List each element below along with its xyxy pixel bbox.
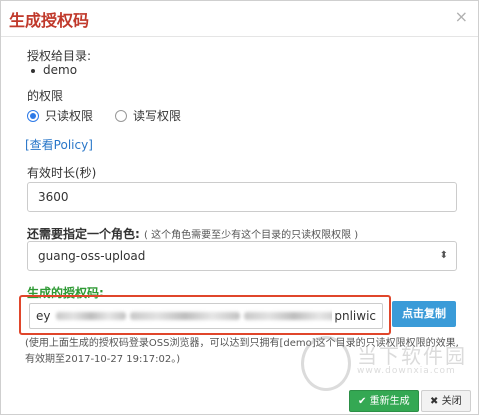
auth-code-input[interactable]: ey pnliwic: [29, 303, 383, 329]
auth-code-highlight: ey pnliwic: [19, 295, 391, 335]
auth-code-suffix: pnliwic: [332, 304, 376, 328]
permission-radio-group: 只读权限 读写权限: [27, 107, 203, 124]
close-icon[interactable]: ×: [455, 7, 468, 26]
blurred-code-segment: [56, 312, 126, 320]
role-select[interactable]: guang-oss-upload ⬍: [27, 241, 457, 271]
dialog-header: 生成授权码 ×: [1, 1, 478, 37]
radio-unchecked-icon[interactable]: [115, 109, 128, 122]
validity-input[interactable]: 3600: [27, 182, 457, 212]
role-selected-value: guang-oss-upload: [38, 249, 146, 263]
role-hint: ( 这个角色需要至少有这个目录的只读权限权限 ): [144, 230, 359, 241]
blurred-code-segment: [130, 312, 240, 320]
permission-label: 的权限: [27, 89, 64, 103]
auth-code-dialog: 生成授权码 × 授权给目录: demo 的权限 只读权限 读写权限 [查看Pol…: [0, 0, 479, 415]
view-policy-link[interactable]: [查看Policy]: [25, 136, 93, 153]
auth-code-prefix: ey: [36, 309, 51, 323]
radio-readwrite-label: 读写权限: [133, 109, 182, 123]
dir-name: demo: [43, 63, 78, 77]
radio-readonly-label: 只读权限: [45, 109, 94, 123]
check-icon: ✔: [358, 396, 367, 407]
radio-readonly[interactable]: 只读权限: [27, 107, 93, 124]
dir-list-item: demo: [31, 63, 77, 77]
watermark: 当下软件园 www.downxia.com: [301, 336, 479, 396]
bullet-icon: [31, 68, 35, 73]
role-label-text: 还需要指定一个角色:: [27, 227, 140, 241]
close-label: 关闭: [441, 396, 462, 407]
close-button[interactable]: ✖ 关闭: [421, 390, 471, 412]
radio-readwrite[interactable]: 读写权限: [115, 107, 181, 124]
watermark-logo-icon: [301, 336, 351, 391]
regenerate-label: 重新生成: [369, 396, 410, 407]
radio-checked-icon[interactable]: [27, 109, 39, 122]
validity-label: 有效时长(秒): [27, 166, 97, 180]
copy-button[interactable]: 点击复制: [392, 301, 456, 327]
close-x-icon: ✖: [430, 396, 439, 407]
dir-label: 授权给目录:: [27, 49, 92, 63]
dialog-title: 生成授权码: [9, 11, 90, 30]
regenerate-button[interactable]: ✔ 重新生成: [349, 390, 419, 412]
watermark-text: 当下软件园: [357, 344, 467, 368]
select-arrows-icon: ⬍: [439, 250, 448, 261]
blurred-code-segment: [244, 312, 344, 320]
watermark-sub: www.downxia.com: [357, 366, 456, 376]
role-label: 还需要指定一个角色: ( 这个角色需要至少有这个目录的只读权限权限 ): [27, 225, 358, 242]
